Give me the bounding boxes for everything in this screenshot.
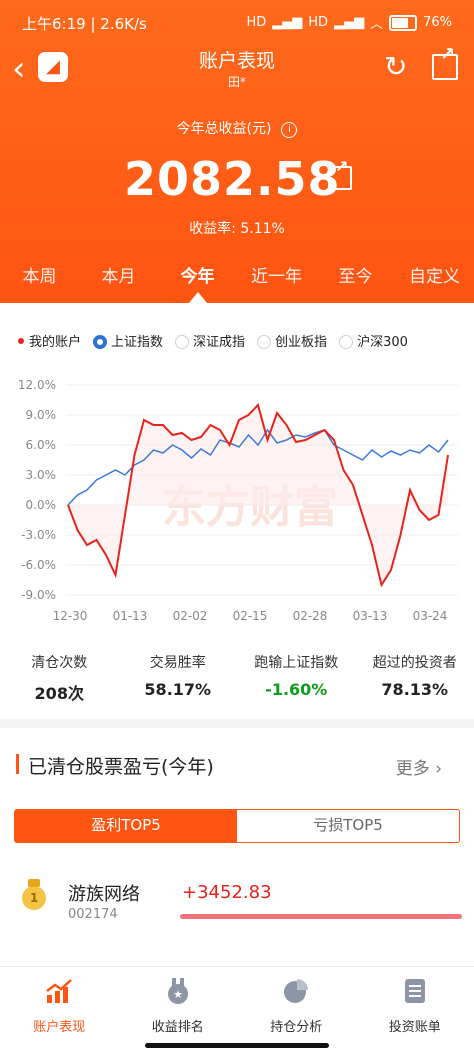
x-tick-label: 02-28 xyxy=(293,609,328,623)
y-tick-label: 6.0% xyxy=(26,438,57,452)
stock-code: 002174 xyxy=(68,907,118,922)
hd-icon-2: HD xyxy=(308,15,328,30)
tab-all[interactable]: 至今 xyxy=(316,262,395,300)
medal-icon: ★ xyxy=(164,977,192,1005)
profit-loss-toggle: 盈利TOP5 亏损TOP5 xyxy=(14,809,460,843)
battery-icon xyxy=(389,15,417,31)
stock-pnl: +3452.83 xyxy=(182,882,272,903)
total-label: 今年总收益(元)i xyxy=(0,118,474,138)
y-tick-label: -6.0% xyxy=(21,558,56,572)
section-accent-bar xyxy=(16,754,19,774)
x-tick-label: 12-30 xyxy=(53,609,88,623)
y-tick-label: 3.0% xyxy=(26,468,57,482)
status-bar: 上午6:19 | 2.6K/s HD ▂▄▆ HD ▂▄▆ ︿ 76% xyxy=(0,0,474,46)
section-title: 已清仓股票盈亏(今年) xyxy=(28,752,214,779)
legend-hs300[interactable]: 沪深300 xyxy=(339,331,408,350)
radio-icon xyxy=(339,335,353,349)
y-tick-label: 0.0% xyxy=(26,498,57,512)
red-dot-icon xyxy=(18,338,24,344)
gold-medal-icon: 1 xyxy=(22,886,46,910)
legend-sz-index[interactable]: 深证成指 xyxy=(175,331,245,350)
tab-custom[interactable]: 自定义 xyxy=(395,262,474,300)
bill-icon xyxy=(401,977,429,1005)
stat-vs-index: 跑输上证指数-1.60% xyxy=(237,652,356,704)
y-tick-label: 9.0% xyxy=(26,408,57,422)
legend-cyb-index[interactable]: 创业板指 xyxy=(257,331,327,350)
x-tick-label: 03-24 xyxy=(413,609,448,623)
legend-sh-index[interactable]: 上证指数 xyxy=(93,331,163,350)
total-share-icon[interactable] xyxy=(328,166,352,190)
pnl-bar xyxy=(180,914,462,919)
performance-chart: 东方财富12.0%9.0%6.0%3.0%0.0%-3.0%-6.0%-9.0%… xyxy=(0,370,474,625)
x-tick-label: 03-13 xyxy=(353,609,388,623)
status-time: 上午6:19 | 2.6K/s xyxy=(22,13,147,34)
stat-beat-investors: 超过的投资者78.13% xyxy=(356,652,474,704)
home-indicator xyxy=(145,1043,329,1048)
y-tick-label: -9.0% xyxy=(21,588,56,602)
y-tick-label: -3.0% xyxy=(21,528,56,542)
stats-row: 清仓次数208次 交易胜率58.17% 跑输上证指数-1.60% 超过的投资者7… xyxy=(0,652,474,704)
x-tick-label: 02-15 xyxy=(233,609,268,623)
wifi-icon: ︿ xyxy=(370,13,383,32)
signal-icon: ▂▄▆ xyxy=(272,15,302,30)
x-tick-label: 01-13 xyxy=(113,609,148,623)
svg-text:★: ★ xyxy=(173,988,183,1001)
legend-my-account: 我的账户 xyxy=(18,331,81,350)
nav-investment-bill[interactable]: 投资账单 xyxy=(356,967,474,1054)
stat-clear-count: 清仓次数208次 xyxy=(0,652,119,704)
nav-account-performance[interactable]: 账户表现 xyxy=(0,967,119,1054)
chart-legend: 我的账户 上证指数 深证成指 创业板指 沪深300 xyxy=(18,331,408,350)
refresh-icon[interactable]: ↻ xyxy=(384,52,407,82)
stock-name[interactable]: 游族网络 xyxy=(68,880,140,906)
share-icon[interactable] xyxy=(432,54,458,80)
tab-loss-top5[interactable]: 亏损TOP5 xyxy=(237,810,459,842)
header: 上午6:19 | 2.6K/s HD ▂▄▆ HD ▂▄▆ ︿ 76% ‹ ◢ … xyxy=(0,0,474,303)
active-tab-indicator xyxy=(189,292,207,303)
my-account-area xyxy=(68,405,448,585)
y-tick-label: 12.0% xyxy=(18,378,56,392)
nav-holding-analysis[interactable]: 持仓分析 xyxy=(237,967,356,1054)
info-icon[interactable]: i xyxy=(281,122,297,138)
more-link[interactable]: 更多 › xyxy=(396,754,442,779)
signal-icon-2: ▂▄▆ xyxy=(334,15,364,30)
period-tabs: 本周 本月 今年 近一年 至今 自定义 xyxy=(0,262,474,300)
return-rate: 收益率: 5.11% xyxy=(0,218,474,238)
hd-icon: HD xyxy=(246,15,266,30)
bottom-nav: 账户表现 ★ 收益排名 持仓分析 投资账单 xyxy=(0,966,474,1054)
x-tick-label: 02-02 xyxy=(173,609,208,623)
radio-icon xyxy=(175,335,189,349)
tab-week[interactable]: 本周 xyxy=(0,262,79,300)
battery-level: 76% xyxy=(423,15,452,30)
tab-profit-top5[interactable]: 盈利TOP5 xyxy=(15,810,237,842)
trend-chart-icon xyxy=(45,977,73,1005)
nav-return-ranking[interactable]: ★ 收益排名 xyxy=(119,967,238,1054)
radio-icon xyxy=(257,335,271,349)
radio-checked-icon xyxy=(93,335,107,349)
status-right: HD ▂▄▆ HD ▂▄▆ ︿ 76% xyxy=(246,13,452,32)
pie-chart-icon xyxy=(282,977,310,1005)
tab-month[interactable]: 本月 xyxy=(79,262,158,300)
stat-win-rate: 交易胜率58.17% xyxy=(119,652,238,704)
tab-one-year[interactable]: 近一年 xyxy=(237,262,316,300)
total-value: 2082.58 xyxy=(124,152,341,206)
